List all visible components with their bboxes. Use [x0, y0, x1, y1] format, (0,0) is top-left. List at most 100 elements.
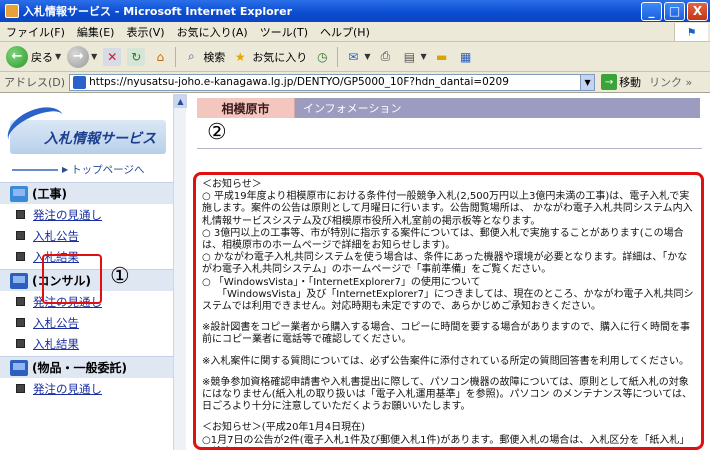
print-icon: ⎙	[380, 49, 391, 63]
go-arrow-icon: →	[601, 74, 618, 90]
nav-link[interactable]: 入札公告	[33, 315, 79, 331]
search-button[interactable]: ⌕ 検索	[182, 48, 225, 66]
search-label: 検索	[203, 50, 226, 64]
section-goods: (物品・一般委託)	[0, 356, 185, 378]
notice-paragraph: ※競争参加資格確認申請書や入札書提出に際して、パソコン機器の故障については、原則…	[202, 376, 692, 413]
notice-paragraph: ※入札案件に関する質問については、必ず公告案件に添付されている所定の質問回答書を…	[202, 355, 689, 367]
toolbar-separator	[175, 46, 177, 67]
square-bullet-icon	[16, 231, 25, 240]
menu-bar: ファイル(F) 編集(E) 表示(V) お気に入り(A) ツール(T) ヘルプ(…	[0, 22, 710, 42]
refresh-icon: ↻	[127, 47, 146, 66]
ie-app-icon	[5, 4, 19, 18]
edit-icon: ▤	[403, 49, 416, 64]
menu-help[interactable]: ヘルプ(H)	[314, 24, 376, 40]
history-icon: ◷	[317, 49, 328, 64]
address-bar: アドレス(D) https://nyusatsu-joho.e-kanagawa…	[0, 72, 710, 93]
notice-box: ＜お知らせ＞ ○ 平成19年度より相模原市における条件付一般競争入札(2,500…	[193, 172, 704, 450]
triangle-right-icon: ▶	[62, 165, 69, 174]
stop-icon: ✕	[103, 47, 122, 66]
window-title-bar: 入札情報サービス - Microsoft Internet Explorer _…	[0, 0, 710, 22]
menu-view[interactable]: 表示(V)	[120, 24, 170, 40]
page-icon	[73, 75, 87, 89]
logo-area: 入札情報サービス ▶ トップページへ	[0, 94, 185, 180]
close-button[interactable]: X	[687, 1, 708, 21]
mail-button[interactable]: ✉ ▼	[344, 48, 370, 66]
square-bullet-icon	[16, 339, 25, 348]
top-page-link[interactable]: ▶ トップページへ	[12, 162, 144, 177]
address-dropdown-button[interactable]: ▼	[581, 73, 596, 91]
site-logo-text: 入札情報サービス	[44, 131, 156, 147]
address-input[interactable]: https://nyusatsu-joho.e-kanagawa.lg.jp/D…	[69, 73, 582, 91]
home-button[interactable]: ⌂	[151, 48, 169, 66]
research-button[interactable]: ▦	[457, 48, 475, 66]
history-button[interactable]: ◷	[313, 48, 331, 66]
notice-paragraph: ○ 「WindowsVista」・「InternetExplorer7」の使用に…	[202, 276, 481, 288]
window-title: 入札情報サービス - Microsoft Internet Explorer	[23, 5, 292, 18]
nav-link[interactable]: 入札結果	[33, 336, 79, 352]
nav-link[interactable]: 発注の見通し	[33, 381, 102, 397]
address-url[interactable]: https://nyusatsu-joho.e-kanagawa.lg.jp/D…	[89, 76, 509, 88]
refresh-button[interactable]: ↻	[127, 47, 146, 66]
favorites-label: お気に入り	[252, 50, 308, 64]
nav-item-consultant-notice[interactable]: 入札公告	[0, 312, 185, 333]
city-name: 相模原市	[197, 98, 295, 118]
city-header-bar: 相模原市 インフォメーション	[197, 98, 700, 118]
links-button[interactable]: リンク »	[649, 74, 692, 90]
folder-icon: ▬	[435, 49, 448, 64]
notice-paragraph: ○ かながわ電子入札共同システムを使う場合は、条件にあった機器や環境が必要となり…	[202, 252, 688, 276]
nav-item-consultant-result[interactable]: 入札結果	[0, 333, 185, 354]
section-title: (工事)	[32, 187, 67, 201]
folder-button[interactable]: ▬	[433, 48, 451, 66]
construction-icon	[10, 185, 28, 202]
sidebar-scrollbar[interactable]: ▲	[173, 94, 187, 450]
section-construction: (工事)	[0, 182, 185, 204]
chevron-down-icon: ▼	[364, 52, 371, 61]
mail-icon: ✉	[348, 49, 359, 64]
notice-heading: ＜お知らせ＞(平成20年1月4日現在)	[202, 422, 366, 434]
favorites-button[interactable]: ★ お気に入り	[231, 48, 307, 66]
chevron-down-icon: ▼	[91, 52, 98, 61]
address-label: アドレス(D)	[4, 76, 66, 89]
main-frame: 相模原市 インフォメーション ② ＜お知らせ＞ ○ 平成19年度より相模原市にお…	[187, 94, 710, 450]
forward-arrow-icon: →	[67, 45, 90, 68]
stop-button[interactable]: ✕	[103, 47, 122, 66]
print-button[interactable]: ⎙	[376, 48, 394, 66]
nav-item-goods-outlook[interactable]: 発注の見通し	[0, 378, 185, 399]
nav-item-construction-notice[interactable]: 入札公告	[0, 225, 185, 246]
edit-button[interactable]: ▤ ▼	[400, 48, 427, 66]
annotation-2: ②	[207, 120, 227, 145]
go-button[interactable]: → 移動	[601, 74, 641, 90]
windows-flag-icon: ⚑	[674, 23, 708, 41]
top-page-label: トップページへ	[71, 164, 145, 176]
notice-paragraph: ○ 平成19年度より相模原市における条件付一般競争入札(2,500万円以上3億円…	[202, 191, 693, 227]
information-label: インフォメーション	[303, 102, 402, 115]
research-icon: ▦	[459, 49, 472, 64]
menu-favorites[interactable]: お気に入り(A)	[171, 24, 254, 40]
divider	[197, 148, 702, 149]
notice-paragraph: ※設計図書をコピー業者から購入する場合、コピーに時間を要する場合がありますので、…	[202, 322, 690, 346]
nav-link[interactable]: 発注の見通し	[33, 207, 102, 223]
scroll-up-icon[interactable]: ▲	[174, 94, 187, 108]
back-label: 戻る	[31, 50, 53, 64]
notice-paragraph: 「WindowsVista」及び「InternetExplorer7」につきまし…	[202, 288, 694, 313]
menu-file[interactable]: ファイル(F)	[0, 24, 71, 40]
highlight-box-1	[42, 254, 102, 304]
minimize-button[interactable]: _	[641, 1, 662, 21]
top-page-line	[12, 168, 58, 171]
nav-link[interactable]: 入札公告	[33, 228, 79, 244]
back-arrow-icon: ←	[6, 45, 28, 68]
square-bullet-icon	[16, 252, 25, 261]
monitor-icon	[10, 272, 28, 289]
back-button[interactable]: ← 戻る ▼	[6, 45, 62, 68]
menu-edit[interactable]: 編集(E)	[71, 24, 121, 40]
home-icon: ⌂	[156, 49, 165, 64]
forward-button[interactable]: → ▼	[67, 45, 98, 68]
maximize-button[interactable]: □	[664, 1, 685, 21]
go-label: 移動	[619, 76, 642, 89]
chevron-down-icon: ▼	[55, 52, 62, 61]
menu-tools[interactable]: ツール(T)	[254, 24, 314, 40]
square-bullet-icon	[16, 318, 25, 327]
annotation-1: ①	[110, 264, 130, 289]
nav-item-construction-outlook[interactable]: 発注の見通し	[0, 204, 185, 225]
square-bullet-icon	[16, 384, 25, 393]
